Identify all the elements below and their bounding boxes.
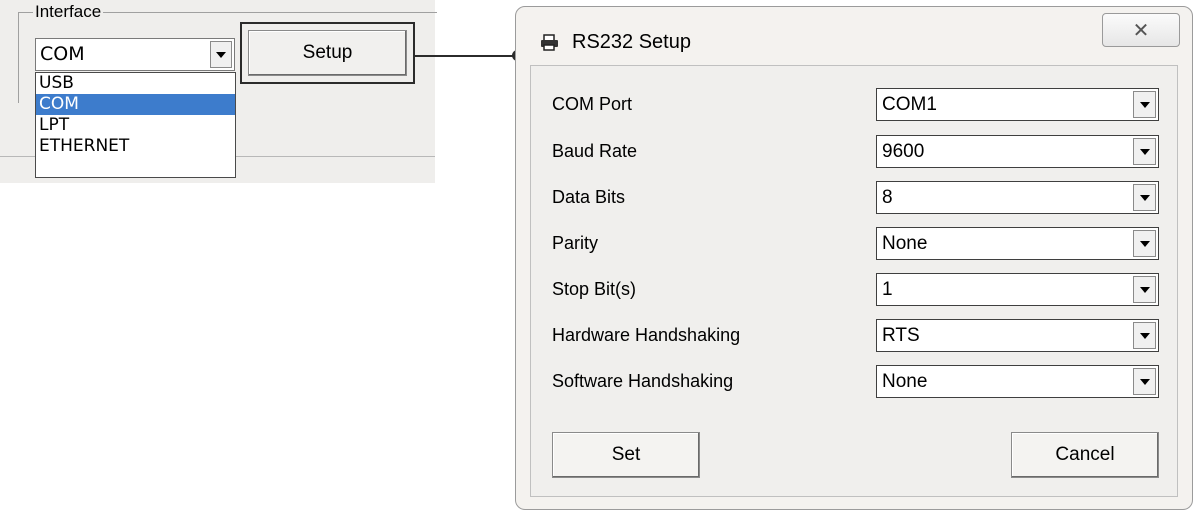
parity-select[interactable]: None <box>876 227 1159 260</box>
data-bits-select[interactable]: 8 <box>876 181 1159 214</box>
setup-button[interactable]: Setup <box>248 30 407 76</box>
hardware-handshaking-label: Hardware Handshaking <box>552 325 741 345</box>
data-bits-dropdown-button[interactable] <box>1133 184 1156 211</box>
data-bits-label: Data Bits <box>552 187 626 207</box>
software-handshaking-dropdown-button[interactable] <box>1133 368 1156 395</box>
interface-select[interactable]: COM <box>35 38 235 71</box>
stop-bits-select[interactable]: 1 <box>876 273 1159 306</box>
data-bits-value: 8 <box>882 187 893 208</box>
baud-rate-select[interactable]: 9600 <box>876 135 1159 168</box>
rs232-setup-dialog: RS232 Setup ✕ COM Port COM1 Baud Rate 96… <box>515 6 1193 510</box>
com-port-value: COM1 <box>882 94 937 115</box>
interface-option-com[interactable]: COM <box>36 94 235 115</box>
hardware-handshaking-select[interactable]: RTS <box>876 319 1159 352</box>
software-handshaking-select[interactable]: None <box>876 365 1159 398</box>
chevron-down-icon <box>1139 286 1150 293</box>
chevron-down-icon <box>1139 101 1150 108</box>
com-port-dropdown-button[interactable] <box>1133 91 1156 118</box>
interface-panel: Interface COM USB COM LPT ETHERNET Setup <box>0 0 437 183</box>
stop-bits-label: Stop Bit(s) <box>552 279 637 299</box>
stop-bits-dropdown-button[interactable] <box>1133 276 1156 303</box>
parity-label: Parity <box>552 233 599 253</box>
interface-group-label: Interface <box>33 2 104 22</box>
dialog-client-area: COM Port COM1 Baud Rate 9600 Data Bits 8… <box>530 65 1178 497</box>
parity-dropdown-button[interactable] <box>1133 230 1156 257</box>
connector-line <box>414 55 518 57</box>
interface-option-ethernet[interactable]: ETHERNET <box>36 136 235 157</box>
chevron-down-icon <box>216 51 226 58</box>
parity-value: None <box>882 233 928 254</box>
chevron-down-icon <box>1139 194 1150 201</box>
interface-dropdown-list: USB COM LPT ETHERNET <box>35 72 236 178</box>
baud-rate-label: Baud Rate <box>552 141 638 161</box>
chevron-down-icon <box>1139 148 1150 155</box>
printer-icon <box>540 34 560 57</box>
interface-option-usb[interactable]: USB <box>36 73 235 94</box>
close-button[interactable]: ✕ <box>1102 13 1180 47</box>
close-icon: ✕ <box>1132 19 1150 42</box>
baud-rate-value: 9600 <box>882 141 925 162</box>
com-port-select[interactable]: COM1 <box>876 88 1159 121</box>
cancel-button[interactable]: Cancel <box>1011 432 1159 478</box>
com-port-label: COM Port <box>552 94 633 114</box>
dialog-title: RS232 Setup <box>572 31 691 53</box>
baud-rate-dropdown-button[interactable] <box>1133 138 1156 165</box>
chevron-down-icon <box>1139 378 1150 385</box>
interface-option-lpt[interactable]: LPT <box>36 115 235 136</box>
interface-select-value: COM <box>40 43 85 65</box>
chevron-down-icon <box>1139 240 1150 247</box>
hardware-handshaking-dropdown-button[interactable] <box>1133 322 1156 349</box>
interface-dropdown-button[interactable] <box>210 41 232 68</box>
set-button[interactable]: Set <box>552 432 700 478</box>
chevron-down-icon <box>1139 332 1150 339</box>
setup-button-highlight: Setup <box>240 22 415 84</box>
software-handshaking-label: Software Handshaking <box>552 371 734 391</box>
hardware-handshaking-value: RTS <box>882 325 920 346</box>
software-handshaking-value: None <box>882 371 928 392</box>
stop-bits-value: 1 <box>882 279 893 300</box>
